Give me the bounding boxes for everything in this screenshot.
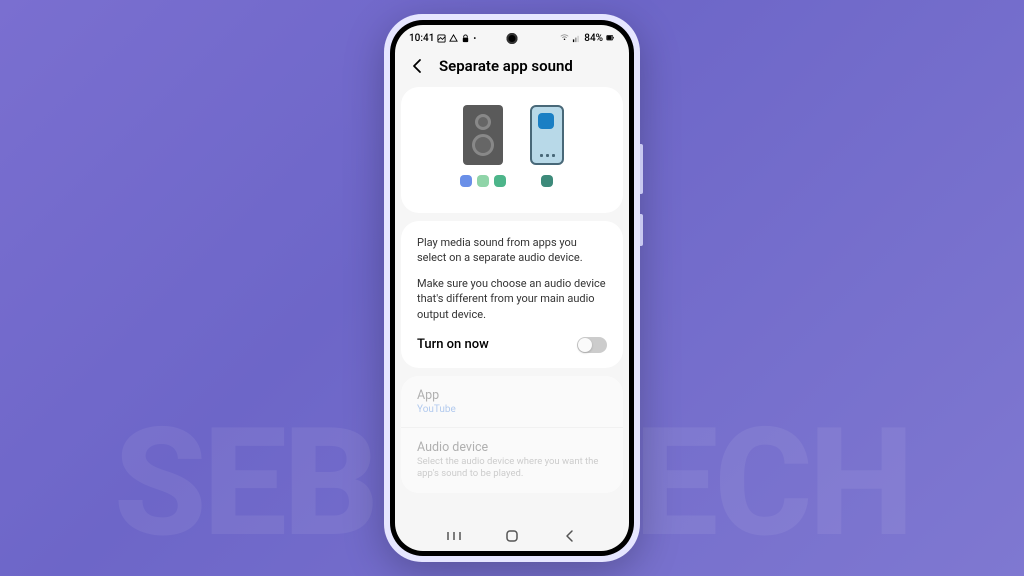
turn-on-now-label: Turn on now [417, 336, 489, 354]
signal-icon [572, 34, 581, 43]
lock-icon [461, 34, 470, 43]
navigation-bar [395, 521, 629, 551]
status-battery-text: 84% [584, 33, 603, 44]
front-camera-cutout [507, 33, 518, 44]
nav-home-button[interactable] [497, 527, 527, 545]
speaker-illustration [463, 105, 503, 165]
illustration-card [401, 87, 623, 213]
phone-frame: 10:41 • [384, 14, 640, 562]
status-time: 10:41 [409, 33, 434, 44]
phone-illustration [530, 105, 564, 165]
page-header: Separate app sound [395, 51, 629, 87]
phone-screen: 10:41 • [395, 25, 629, 551]
description-paragraph-1: Play media sound from apps you select on… [417, 235, 607, 266]
content-area: Play media sound from apps you select on… [395, 87, 629, 521]
status-dot: • [473, 34, 476, 43]
turn-on-now-row[interactable]: Turn on now [417, 332, 607, 354]
back-button[interactable] [409, 57, 427, 75]
page-title: Separate app sound [439, 57, 573, 75]
description-paragraph-2: Make sure you choose an audio device tha… [417, 276, 607, 322]
audio-device-setting-title: Audio device [417, 440, 607, 455]
app-setting-row[interactable]: App YouTube [401, 376, 623, 427]
battery-icon [606, 34, 615, 43]
image-icon [437, 34, 446, 43]
app-setting-value: YouTube [417, 404, 607, 415]
warning-icon [449, 34, 458, 43]
settings-group: App YouTube Audio device Select the audi… [401, 376, 623, 493]
nav-recents-button[interactable] [439, 527, 469, 545]
phone-side-button-power [640, 214, 643, 246]
nav-back-button[interactable] [555, 527, 585, 545]
turn-on-now-switch[interactable] [577, 337, 607, 353]
wifi-icon [560, 34, 569, 43]
description-card: Play media sound from apps you select on… [401, 221, 623, 368]
audio-device-setting-desc: Select the audio device where you want t… [417, 456, 607, 481]
phone-side-button-volume [640, 144, 643, 194]
audio-device-setting-row[interactable]: Audio device Select the audio device whe… [401, 427, 623, 493]
phone-app-dot [541, 175, 553, 187]
app-setting-title: App [417, 388, 607, 403]
speaker-apps-dots [460, 175, 506, 187]
